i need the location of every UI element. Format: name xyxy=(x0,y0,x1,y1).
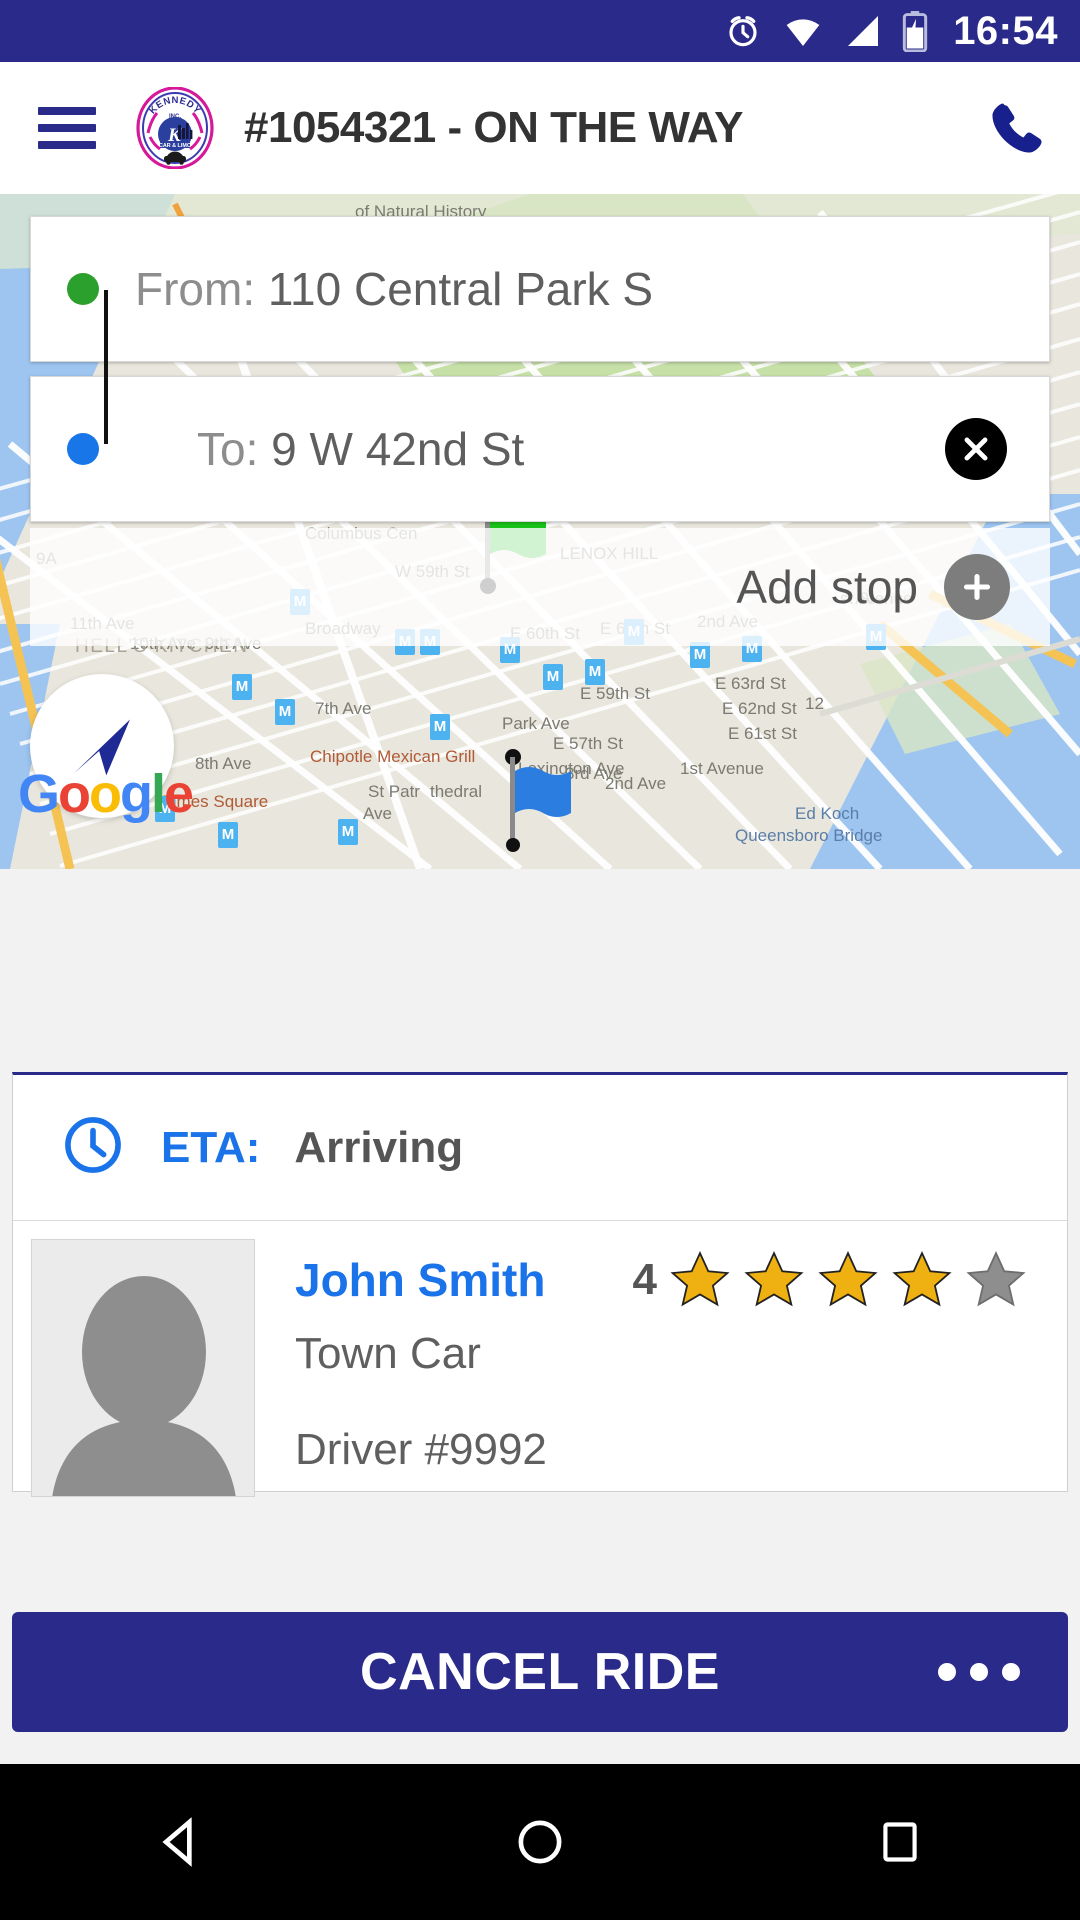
home-circle-icon[interactable] xyxy=(480,1792,600,1892)
status-bar-clock: 16:54 xyxy=(953,9,1058,53)
pickup-value: 110 Central Park S xyxy=(267,263,654,315)
cancel-ride-button[interactable]: CANCEL RIDE xyxy=(12,1612,1068,1732)
dropoff-address-text: To: 9 W 42nd St xyxy=(197,422,524,476)
ride-info-card: ETA: Arriving John Smith Town Car Driver… xyxy=(12,1072,1068,1497)
android-navigation-bar xyxy=(0,1764,1080,1920)
eta-row: ETA: Arriving xyxy=(13,1075,1067,1221)
map-view[interactable]: of Natural HistoryTerminal 59AColumbus C… xyxy=(0,194,1080,869)
eta-value: Arriving xyxy=(294,1122,464,1172)
google-letter-e: e xyxy=(164,764,194,824)
pickup-label: From: xyxy=(135,263,256,315)
star-icon-2 xyxy=(743,1249,805,1311)
origin-dot-wrap xyxy=(31,273,135,305)
star-icon-1 xyxy=(669,1249,731,1311)
dropoff-address-card[interactable]: To: 9 W 42nd St xyxy=(30,376,1050,522)
star-icon-5-empty xyxy=(965,1249,1027,1311)
google-letter-o2: o xyxy=(89,764,122,824)
more-options-icon[interactable] xyxy=(938,1663,1020,1681)
driver-id: Driver #9992 xyxy=(295,1425,547,1474)
kennedy-car-limo-logo: KENNEDY INC. K CAR & LIMO xyxy=(134,86,216,170)
close-circle-icon[interactable] xyxy=(945,418,1007,480)
wifi-icon xyxy=(781,11,825,51)
app-bar: KENNEDY INC. K CAR & LIMO #1054321 - ON … xyxy=(0,62,1080,194)
alarm-clock-icon xyxy=(723,11,763,51)
back-triangle-icon[interactable] xyxy=(120,1792,240,1892)
phone-call-icon[interactable] xyxy=(984,95,1050,161)
add-stop-row[interactable]: Add stop xyxy=(30,528,1050,646)
rating-number: 4 xyxy=(632,1255,657,1304)
cancel-ride-label: CANCEL RIDE xyxy=(360,1643,720,1701)
driver-row: John Smith Town Car Driver #9992 4 xyxy=(13,1221,1067,1497)
google-letter-l: l xyxy=(151,764,166,824)
status-bar: 16:54 xyxy=(0,0,1080,62)
cellular-signal-icon xyxy=(843,11,883,51)
battery-charging-icon xyxy=(901,10,929,52)
pickup-address-text: From: 110 Central Park S xyxy=(135,262,653,316)
clock-icon xyxy=(61,1113,125,1182)
page-title: #1054321 - ON THE WAY xyxy=(244,103,744,152)
origin-dot-icon xyxy=(67,273,99,305)
driver-info: John Smith Town Car Driver #9992 4 xyxy=(255,1239,1067,1491)
google-letter-g: G xyxy=(18,764,60,824)
plus-circle-icon[interactable] xyxy=(944,554,1010,620)
recents-square-icon[interactable] xyxy=(840,1792,960,1892)
google-letter-o1: o xyxy=(58,764,91,824)
driver-rating: 4 xyxy=(633,1249,1027,1311)
destination-dot-icon xyxy=(67,433,99,465)
driver-vehicle: Town Car xyxy=(295,1329,481,1378)
add-stop-label: Add stop xyxy=(736,561,918,613)
driver-photo-placeholder xyxy=(31,1239,255,1497)
hamburger-menu-icon[interactable] xyxy=(38,107,96,149)
dropoff-label: To: xyxy=(197,423,259,475)
dropoff-value: 9 W 42nd St xyxy=(271,423,525,475)
pickup-address-card[interactable]: From: 110 Central Park S xyxy=(30,216,1050,362)
svg-text:CAR & LIMO: CAR & LIMO xyxy=(159,143,191,149)
eta-label: ETA: xyxy=(161,1122,261,1172)
destination-dot-wrap xyxy=(31,433,135,465)
star-icon-4 xyxy=(891,1249,953,1311)
star-icon-3 xyxy=(817,1249,879,1311)
google-letter-g2: g xyxy=(120,764,153,824)
google-attribution-logo: Google xyxy=(18,763,194,825)
